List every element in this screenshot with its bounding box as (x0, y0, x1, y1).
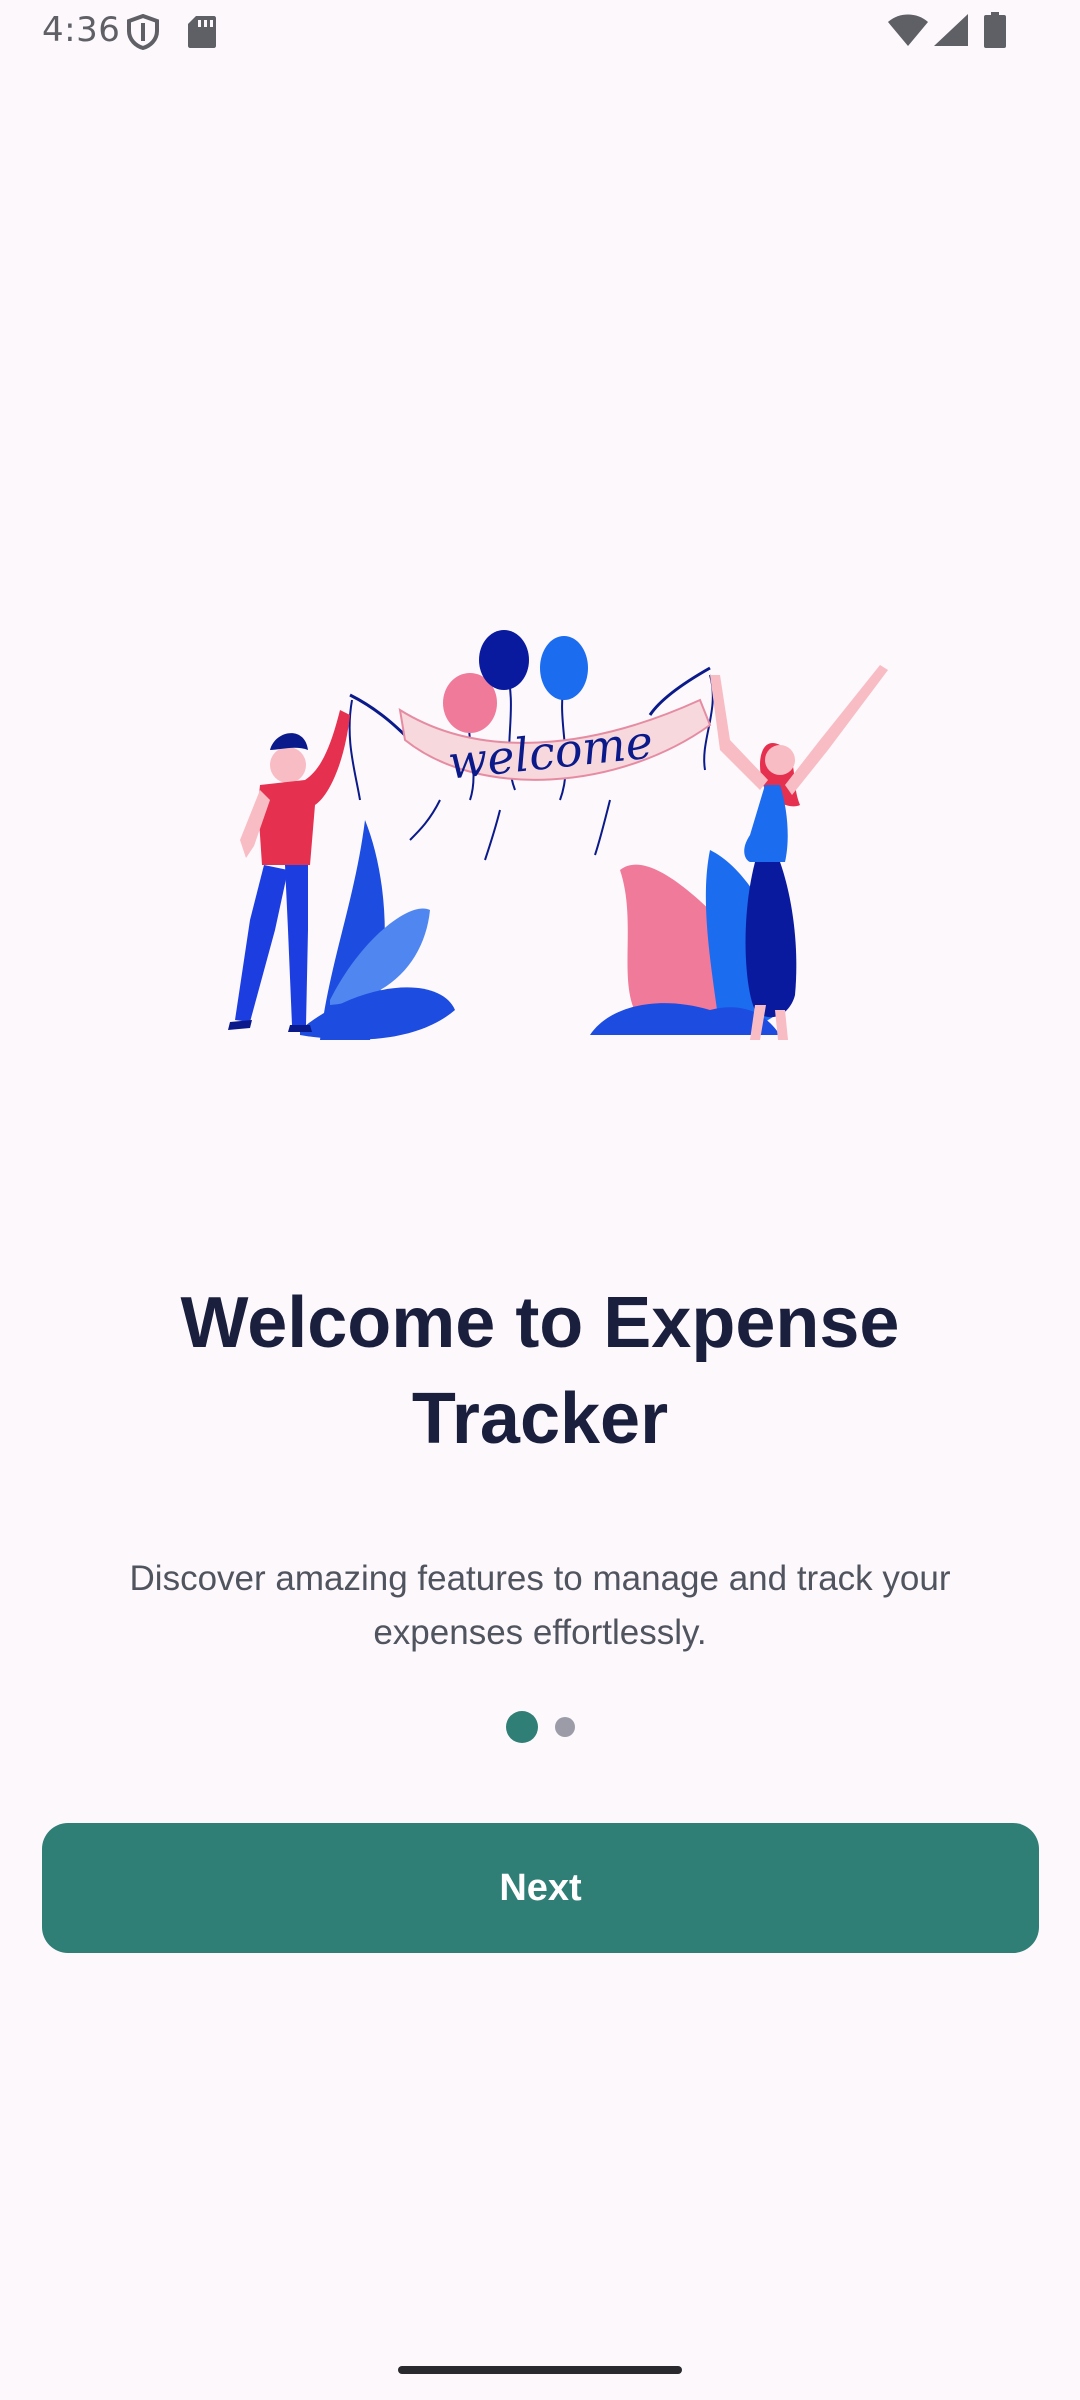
balloon-blue (540, 636, 588, 700)
battery-icon (984, 12, 1006, 53)
shield-icon (126, 13, 160, 55)
wifi-icon (888, 14, 928, 51)
signal-icon (934, 14, 968, 51)
page-subtitle: Discover amazing features to manage and … (129, 1559, 951, 1652)
status-bar: 4:36 (0, 0, 1080, 64)
page-dot-inactive[interactable] (554, 1717, 575, 1737)
page-title: Welcome to Expense Tracker (180, 1283, 900, 1459)
balloon-navy (479, 630, 529, 690)
home-indicator[interactable] (398, 2366, 682, 2374)
status-time: 4:36 (42, 10, 121, 50)
sd-card-icon (188, 16, 216, 53)
welcome-illustration: welcome (180, 600, 900, 1070)
page-indicator (0, 1710, 1080, 1744)
page-dot-active (505, 1711, 538, 1743)
next-button[interactable]: Next (42, 1823, 1039, 1953)
leaf-left-3 (300, 987, 455, 1040)
